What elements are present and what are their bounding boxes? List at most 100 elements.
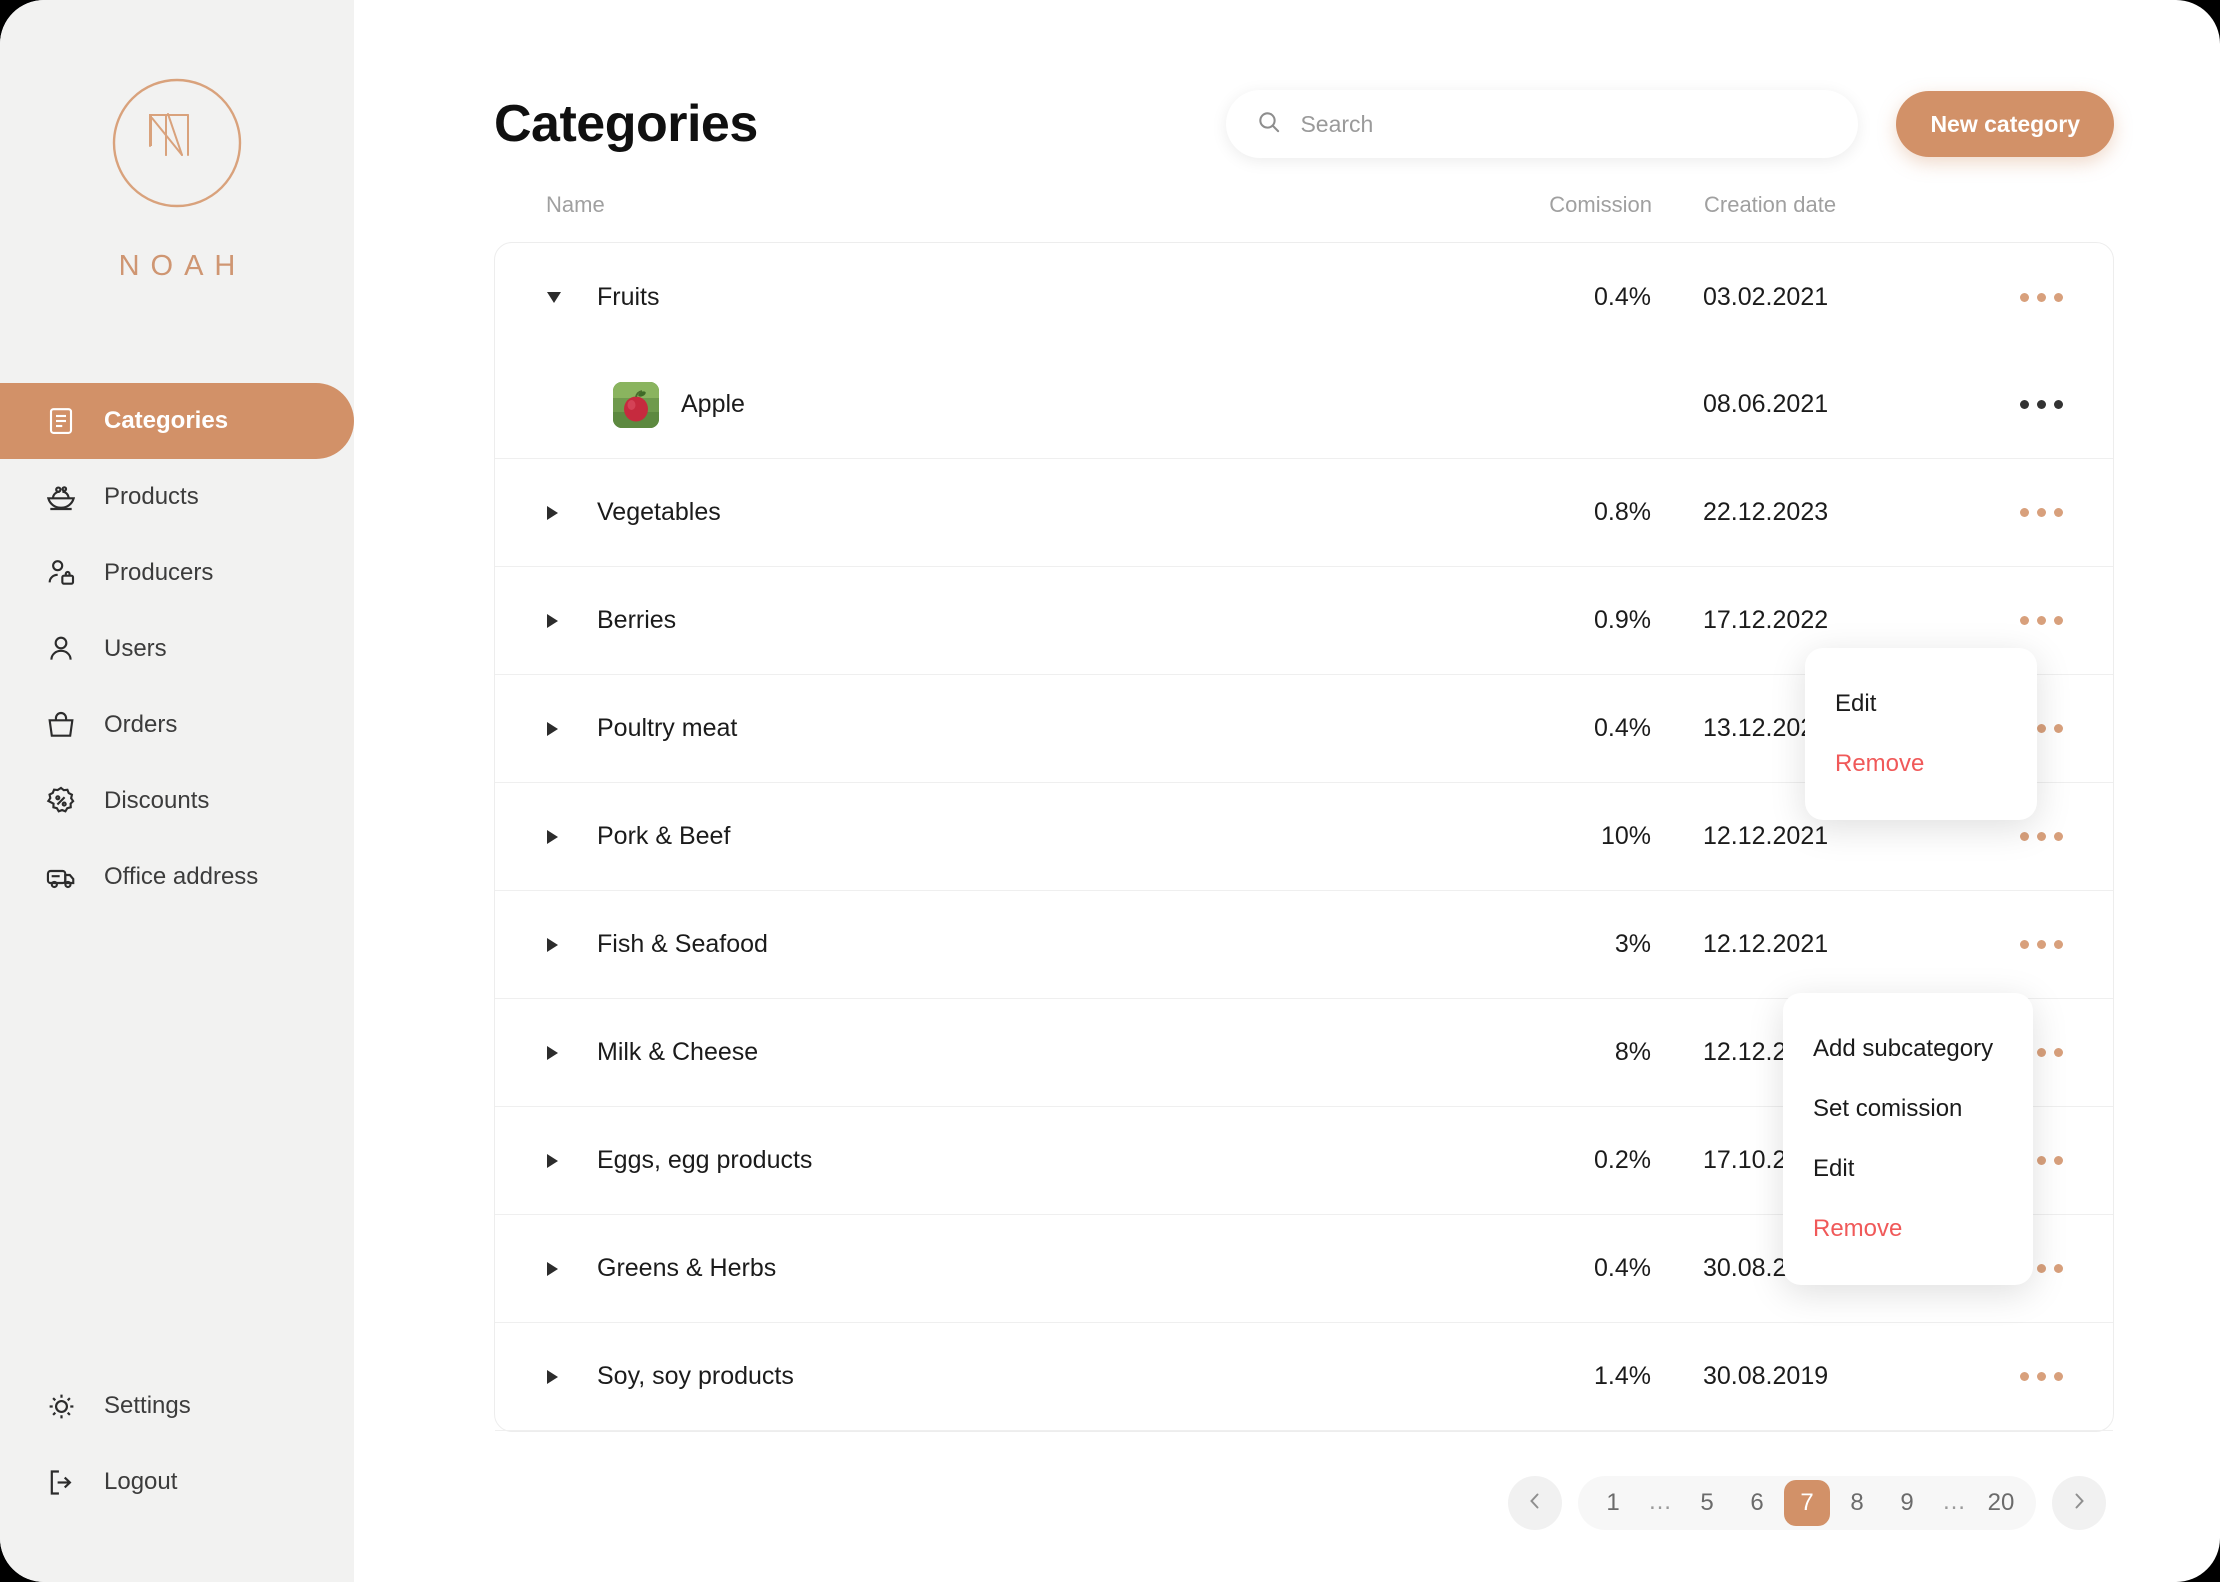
expand-toggle-icon[interactable] [547,1045,573,1060]
row-name: Pork & Beef [597,822,731,850]
sidebar-item-users[interactable]: Users [0,611,354,687]
more-options-icon [2020,292,2063,302]
row-date: 08.06.2021 [1703,390,1829,418]
sidebar-item-label: Orders [104,711,178,738]
categories-table: Fruits 0.4% 03.02.2021 Apple 08.06.2021 … [494,242,2114,1432]
row-actions-button[interactable] [1953,508,2063,517]
pagination-page[interactable]: 9 [1884,1480,1930,1526]
row-name: Milk & Cheese [597,1038,759,1066]
menu-item-add-subcategory[interactable]: Add subcategory [1783,1019,2033,1079]
app-window: NOAH Categories Products Producers Users… [0,0,2220,1582]
expand-toggle-icon[interactable] [547,937,573,952]
pagination-page[interactable]: 1 [1590,1480,1636,1526]
salad-bowl-icon [42,478,80,516]
row-commission: 0.2% [1594,1146,1651,1174]
table-row[interactable]: Fish & Seafood 3% 12.12.2021 [495,891,2113,999]
more-options-icon [2020,832,2063,841]
row-date: 03.02.2021 [1703,282,1829,311]
table-row[interactable]: Apple 08.06.2021 [495,351,2113,459]
row-commission: 0.8% [1594,498,1651,526]
table-row[interactable]: Fruits 0.4% 03.02.2021 [495,243,2113,351]
menu-item-remove[interactable]: Remove [1783,1199,2033,1259]
expand-toggle-icon[interactable] [547,829,573,844]
row-actions-button[interactable] [1953,400,2063,409]
chevron-right-icon [2067,1489,2091,1518]
row-commission: 3% [1614,930,1651,958]
menu-item-set-comission[interactable]: Set comission [1783,1079,2033,1139]
search-icon [1256,109,1282,140]
row-name: Apple [681,390,745,418]
row-actions-button[interactable] [1953,616,2063,625]
row-actions-button[interactable] [1953,1372,2063,1381]
column-header-name: Name [546,192,605,217]
expand-toggle-icon[interactable] [547,505,573,520]
sidebar-item-orders[interactable]: Orders [0,687,354,763]
table-column-headers: Name Comission Creation date [494,180,2114,230]
pagination: 1 … 5 6 7 8 9 … 20 [494,1476,2114,1530]
row-date: 12.12.2021 [1703,822,1829,850]
pagination-page[interactable]: 8 [1834,1480,1880,1526]
pagination-prev-button[interactable] [1508,1476,1562,1530]
menu-item-edit[interactable]: Edit [1783,1139,2033,1199]
menu-item-remove[interactable]: Remove [1805,734,2037,794]
expand-toggle-icon[interactable] [547,1369,573,1384]
sidebar-item-logout[interactable]: Logout [0,1444,354,1520]
sidebar-item-label: Producers [104,559,214,586]
expand-toggle-icon[interactable] [547,1153,573,1168]
delivery-truck-icon [42,858,80,896]
sidebar-item-products[interactable]: Products [0,459,354,535]
search-box[interactable] [1226,90,1859,158]
discount-badge-icon [42,782,80,820]
new-category-button[interactable]: New category [1896,91,2114,157]
brand-logo[interactable]: NOAH [0,62,354,283]
pagination-page[interactable]: 5 [1684,1480,1730,1526]
row-commission: 0.4% [1594,714,1651,742]
page-toolbar: Categories New category [494,0,2114,180]
expand-toggle-icon[interactable] [547,1261,573,1276]
person-icon [42,630,80,668]
pagination-page[interactable]: 20 [1978,1480,2024,1526]
pagination-page-current[interactable]: 7 [1784,1480,1830,1526]
row-name: Greens & Herbs [597,1254,777,1282]
more-options-icon [2020,616,2063,625]
sidebar-item-discounts[interactable]: Discounts [0,763,354,839]
row-name: Fruits [597,282,660,311]
apple-photo-icon [613,381,659,428]
row-actions-button[interactable] [1953,292,2063,302]
sidebar-bottom-nav: Settings Logout [0,1368,354,1520]
sidebar-item-settings[interactable]: Settings [0,1368,354,1444]
expand-toggle-icon[interactable] [547,291,573,303]
pagination-page[interactable]: 6 [1734,1480,1780,1526]
row-context-menu[interactable]: Edit Remove [1805,648,2037,820]
row-name: Soy, soy products [597,1362,794,1390]
row-name: Fish & Seafood [597,930,768,958]
logout-icon [42,1463,80,1501]
sidebar-item-office-address[interactable]: Office address [0,839,354,915]
search-input[interactable] [1300,110,1829,138]
sidebar-item-label: Users [104,635,167,662]
row-commission: 8% [1614,1038,1651,1066]
pagination-ellipsis: … [1942,1488,1966,1515]
table-row[interactable]: Soy, soy products 1.4% 30.08.2019 [495,1323,2113,1431]
menu-item-edit[interactable]: Edit [1805,674,2037,734]
shopping-bag-icon [42,706,80,744]
page-title: Categories [494,95,758,153]
expand-toggle-icon[interactable] [547,721,573,736]
chevron-left-icon [1523,1489,1547,1518]
sidebar-item-label: Logout [104,1468,178,1495]
sidebar: NOAH Categories Products Producers Users… [0,0,354,1582]
row-actions-button[interactable] [1953,940,2063,949]
row-name: Eggs, egg products [597,1146,813,1174]
expand-toggle-icon[interactable] [547,613,573,628]
row-commission: 10% [1600,822,1651,850]
sidebar-item-producers[interactable]: Producers [0,535,354,611]
pagination-next-button[interactable] [2052,1476,2106,1530]
more-options-icon [2020,508,2063,517]
more-options-icon [2020,400,2063,409]
sidebar-item-categories[interactable]: Categories [0,383,354,459]
category-context-menu[interactable]: Add subcategory Set comission Edit Remov… [1783,993,2033,1285]
row-name: Poultry meat [597,714,738,742]
row-actions-button[interactable] [1953,832,2063,841]
table-row[interactable]: Vegetables 0.8% 22.12.2023 [495,459,2113,567]
row-name-with-thumb: Apple [597,381,1473,428]
